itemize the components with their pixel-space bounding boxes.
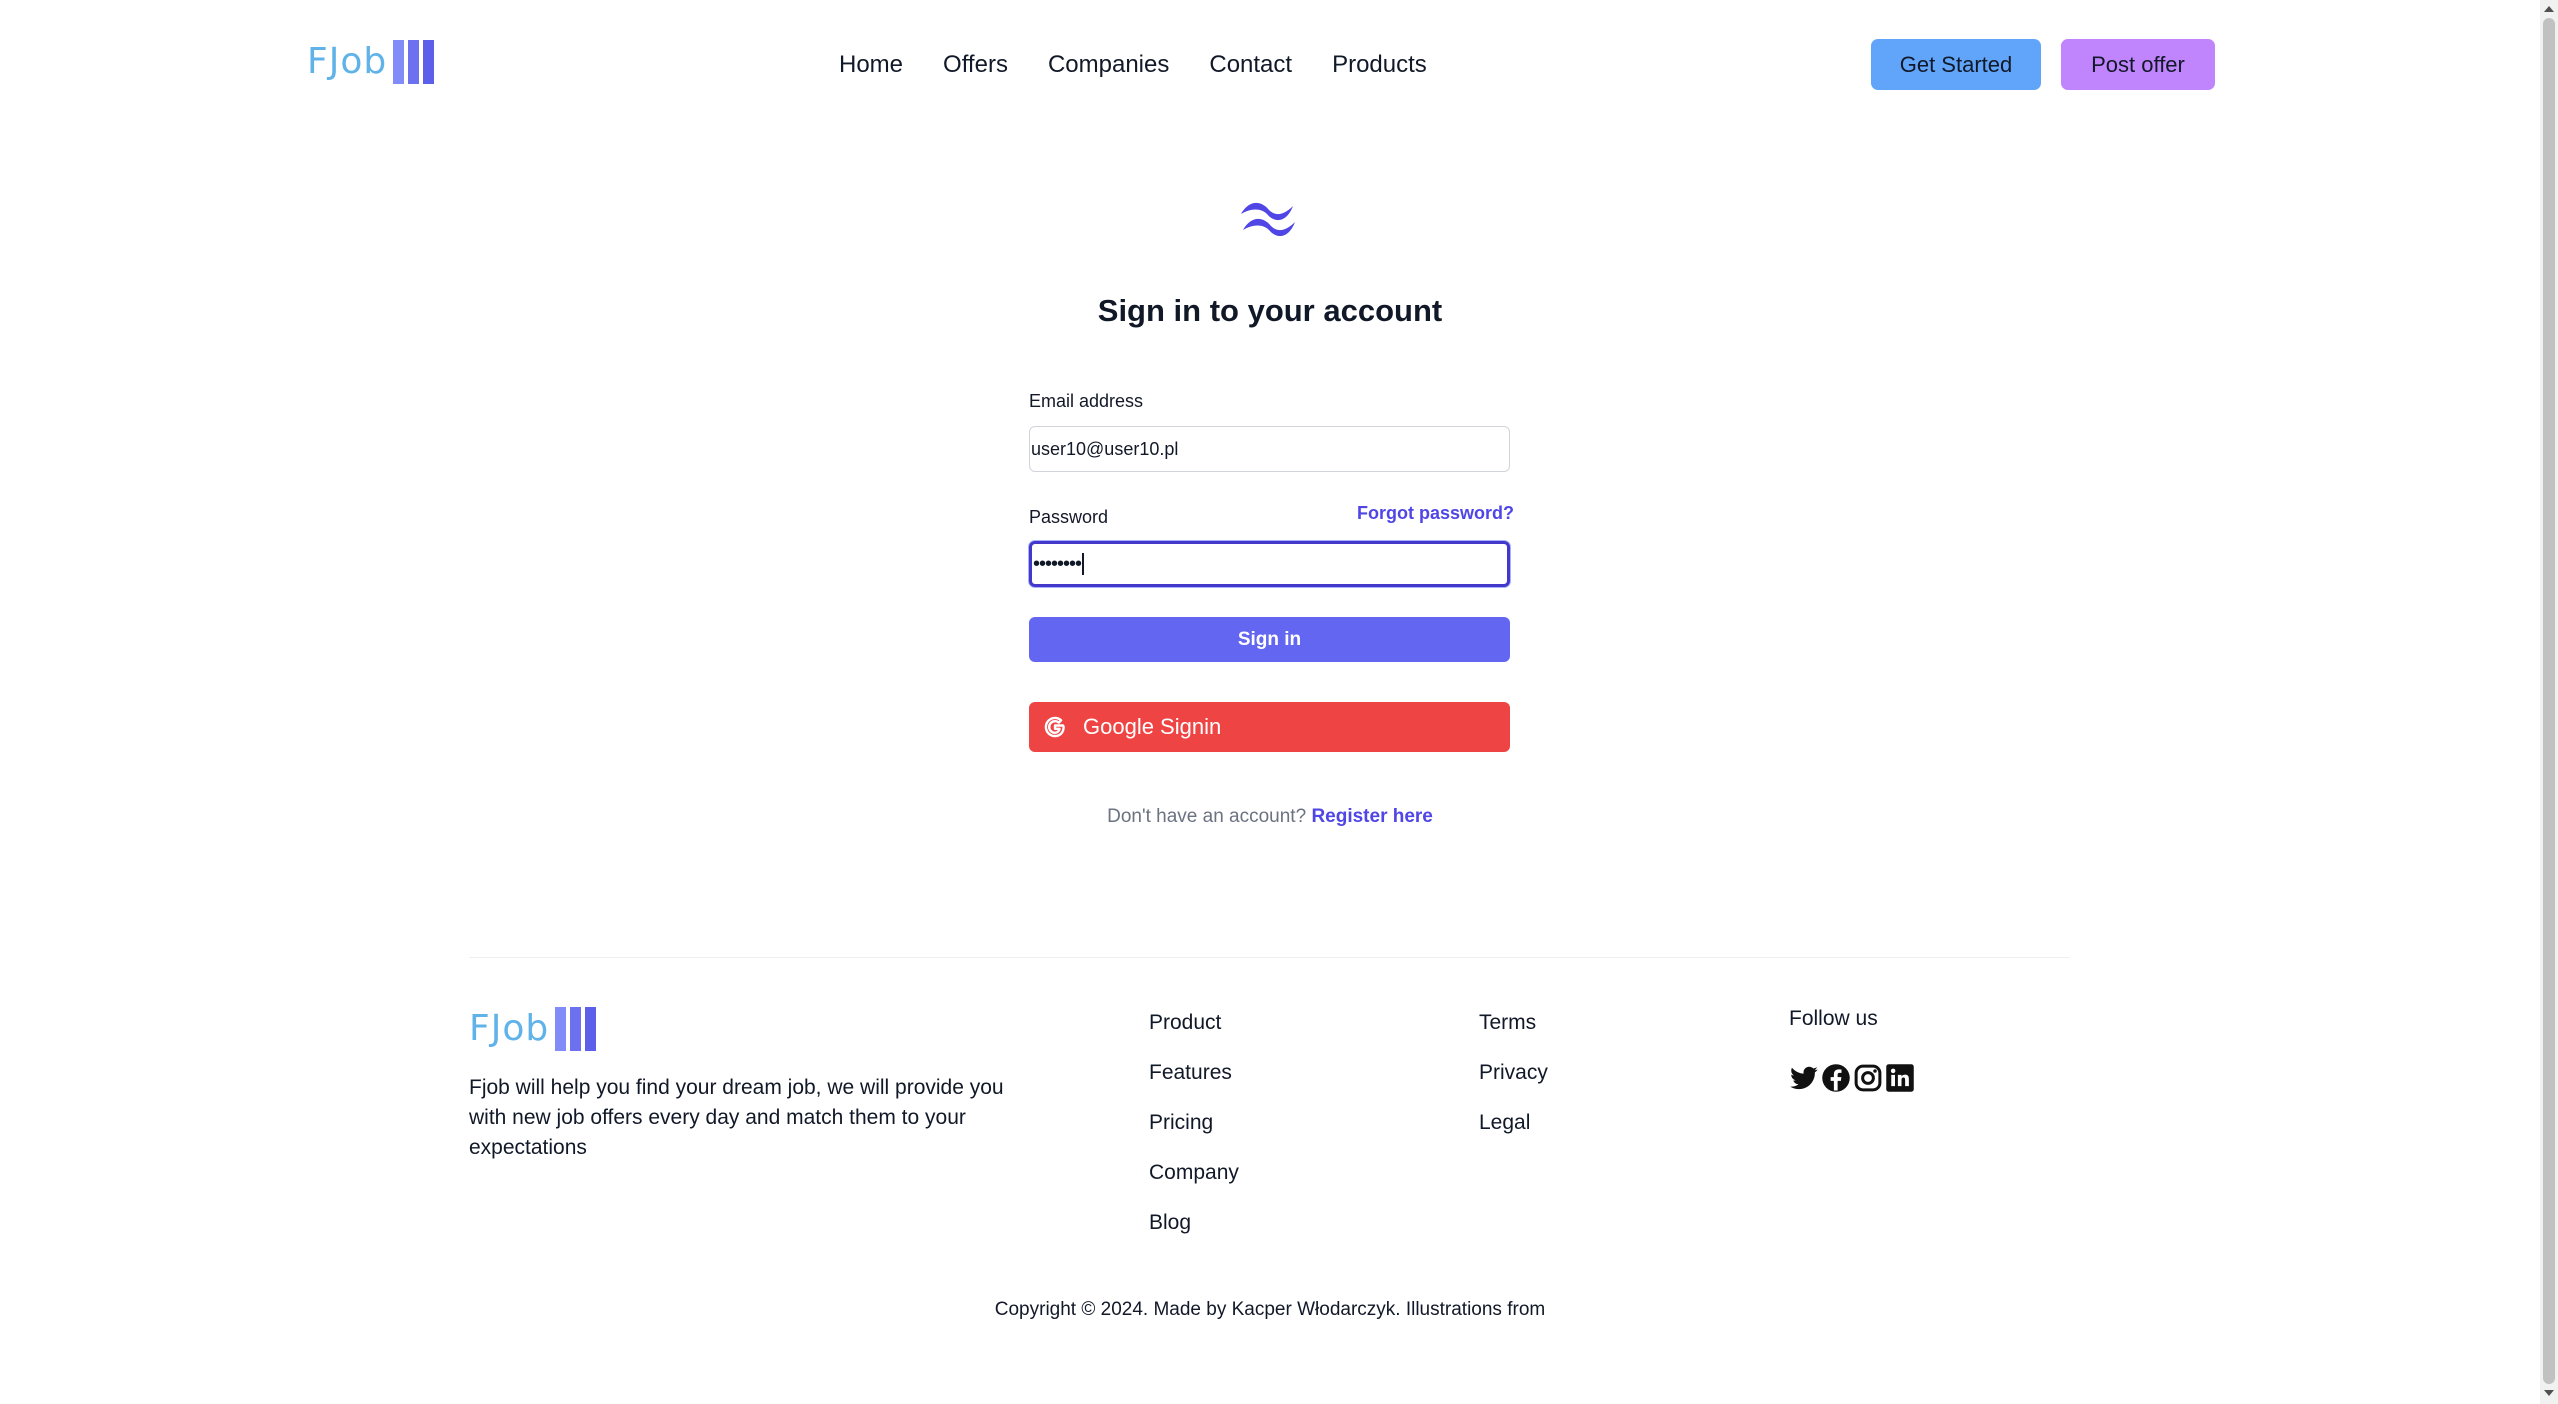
text-caret — [1082, 553, 1085, 575]
footer-link-pricing[interactable]: Pricing — [1149, 1098, 1239, 1148]
nav-offers[interactable]: Offers — [943, 48, 1008, 82]
site-header: FJob Home Offers Companies Contact Produ… — [0, 0, 2540, 130]
email-label: Email address — [1029, 391, 1144, 411]
follow-us-heading: Follow us — [1789, 1007, 1878, 1030]
nav-companies[interactable]: Companies — [1048, 48, 1169, 82]
tailwind-logo-icon — [1241, 202, 1295, 236]
footer-links-legal: Terms Privacy Legal — [1479, 998, 1548, 1148]
nav-home[interactable]: Home — [839, 48, 903, 82]
scroll-up-arrow-icon[interactable] — [2544, 6, 2554, 12]
footer-link-legal[interactable]: Legal — [1479, 1098, 1548, 1148]
no-account-text: Don't have an account? — [1107, 806, 1307, 827]
nav-contact[interactable]: Contact — [1209, 48, 1292, 82]
footer-logo[interactable]: FJob — [469, 1007, 597, 1051]
footer-link-product[interactable]: Product — [1149, 998, 1239, 1048]
password-field[interactable]: •••••••• — [1029, 541, 1510, 587]
main-nav: Home Offers Companies Contact Products — [839, 48, 1427, 82]
footer-link-terms[interactable]: Terms — [1479, 998, 1548, 1048]
footer-links-product: Product Features Pricing Company Blog — [1149, 998, 1239, 1248]
logo-bars-icon — [393, 40, 435, 84]
logo-text: FJob — [307, 41, 388, 82]
footer-logo-text: FJob — [469, 1008, 550, 1049]
register-link[interactable]: Register here — [1311, 806, 1432, 827]
scrollbar-thumb[interactable] — [2543, 18, 2555, 1384]
forgot-password-link[interactable]: Forgot password? — [1357, 503, 1514, 524]
password-label: Password — [1029, 507, 1109, 527]
password-mask: •••••••• — [1033, 553, 1082, 575]
email-value: user10@user10.pl — [1031, 438, 1179, 459]
email-field[interactable]: user10@user10.pl — [1029, 426, 1510, 472]
get-started-button[interactable]: Get Started — [1871, 39, 2041, 90]
footer-link-features[interactable]: Features — [1149, 1048, 1239, 1098]
google-signin-button[interactable]: Google Signin — [1029, 702, 1510, 752]
instagram-icon[interactable] — [1853, 1063, 1883, 1093]
facebook-icon[interactable] — [1821, 1063, 1851, 1093]
page-scrollbar[interactable] — [2540, 0, 2558, 1404]
footer-link-privacy[interactable]: Privacy — [1479, 1048, 1548, 1098]
google-signin-label: Google Signin — [1083, 714, 1222, 739]
google-icon — [1044, 716, 1065, 738]
social-links — [1789, 1063, 1915, 1093]
sign-in-button[interactable]: Sign in — [1029, 617, 1510, 662]
footer-link-blog[interactable]: Blog — [1149, 1198, 1239, 1248]
copyright-text: Copyright © 2024. Made by Kacper Włodarc… — [994, 1299, 1546, 1320]
register-prompt: Don't have an account? Register here — [0, 806, 2540, 828]
post-offer-button[interactable]: Post offer — [2061, 39, 2215, 90]
footer-divider — [469, 957, 2069, 958]
twitter-icon[interactable] — [1789, 1063, 1819, 1093]
logo-bars-icon — [555, 1007, 597, 1051]
fjob-logo[interactable]: FJob — [307, 40, 435, 84]
nav-products[interactable]: Products — [1332, 48, 1427, 82]
linkedin-icon[interactable] — [1885, 1063, 1915, 1093]
footer-description: Fjob will help you find your dream job, … — [469, 1076, 1004, 1159]
scroll-down-arrow-icon[interactable] — [2544, 1390, 2554, 1396]
footer-link-company[interactable]: Company — [1149, 1148, 1239, 1198]
page-title: Sign in to your account — [1097, 293, 1443, 328]
